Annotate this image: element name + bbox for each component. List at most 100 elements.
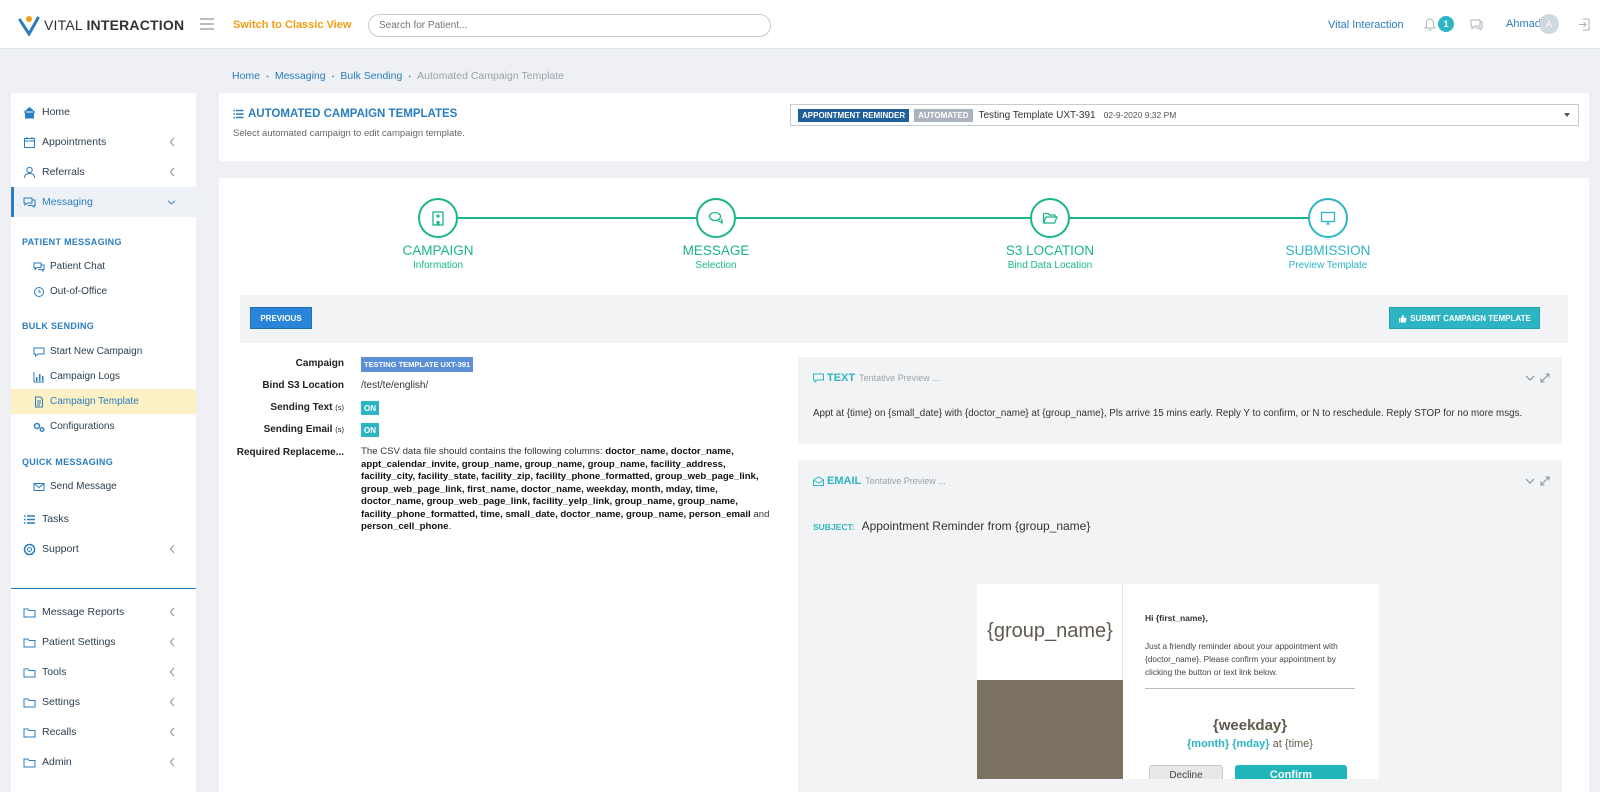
sidebar-item-support[interactable]: Support	[11, 534, 196, 564]
sidebar-item-label: Appointments	[42, 136, 107, 148]
home-icon	[23, 106, 36, 118]
email-group-name: {group_name}	[987, 620, 1113, 642]
sidebar-item-label: Out-of-Office	[50, 286, 108, 297]
logo-icon	[18, 16, 40, 36]
chat-icon	[33, 262, 45, 272]
step-title: MESSAGE	[682, 243, 750, 258]
sidebar-item-patient-chat[interactable]: Patient Chat	[11, 254, 196, 279]
step-connector	[458, 217, 718, 219]
clock-icon	[34, 286, 44, 297]
patient-search-input[interactable]	[368, 14, 771, 37]
sidebar-item-appointments[interactable]: Appointments	[11, 127, 196, 157]
step-submission[interactable]	[1308, 198, 1348, 238]
required-replacements-label: Required Replaceme...	[236, 447, 344, 458]
sidebar-item-tools[interactable]: Tools	[11, 657, 196, 687]
sidebar-item-send-message[interactable]: Send Message	[11, 474, 196, 499]
chat-icon	[708, 211, 723, 225]
bell-icon[interactable]	[1424, 18, 1436, 31]
step-campaign[interactable]	[418, 198, 458, 238]
user-name[interactable]: Ahmad	[1506, 18, 1541, 30]
chat-icon	[23, 197, 36, 208]
comment-icon	[33, 347, 45, 357]
sidebar-item-messaging[interactable]: Messaging	[11, 187, 196, 217]
sidebar-item-label: Patient Settings	[42, 636, 116, 648]
sidebar-item-tasks[interactable]: Tasks	[11, 504, 196, 534]
email-date: {month} {mday} at {time}	[1187, 738, 1313, 750]
email-decline-button[interactable]: Decline	[1149, 765, 1223, 779]
sidebar-item-campaign-template[interactable]: Campaign Template	[11, 389, 196, 414]
sidebar-item-label: Tools	[42, 666, 67, 678]
expand-icon[interactable]	[1540, 476, 1550, 486]
template-date: 02-9-2020 9:32 PM	[1103, 110, 1177, 120]
folder-open-icon	[1042, 212, 1058, 224]
step-connector	[1070, 217, 1330, 219]
sidebar-item-recalls[interactable]: Recalls	[11, 717, 196, 747]
breadcrumb-bulk-sending[interactable]: Bulk Sending	[340, 70, 402, 82]
sidebar-item-message-reports[interactable]: Message Reports	[11, 597, 196, 627]
chevron-left-icon	[169, 607, 175, 617]
sidebar-item-referrals[interactable]: Referrals	[11, 157, 196, 187]
chat-icon[interactable]	[1470, 19, 1483, 30]
hospital-icon	[432, 211, 444, 226]
step-s3-location[interactable]	[1030, 198, 1070, 238]
template-name: Testing Template UXT-391	[978, 109, 1096, 121]
step-title: S3 LOCATION	[1005, 243, 1095, 258]
avatar[interactable]: A	[1539, 14, 1559, 34]
sidebar-item-label: Tasks	[42, 513, 69, 525]
panel-tools	[1525, 373, 1550, 383]
org-link[interactable]: Vital Interaction	[1328, 19, 1404, 31]
email-preview-panel: EMAIL Tentative Preview ... SUBJECT: App…	[798, 460, 1562, 792]
previous-button[interactable]: PREVIOUS	[250, 307, 312, 329]
campaign-header-card: AUTOMATED CAMPAIGN TEMPLATES Select auto…	[219, 93, 1589, 161]
caret-down-icon	[1564, 113, 1570, 117]
chevron-down-icon[interactable]	[1525, 476, 1535, 486]
breadcrumb-messaging[interactable]: Messaging	[275, 70, 326, 82]
email-preview-frame: {group_name} Hi {first_name}, Just a fri…	[977, 584, 1379, 779]
step-connector	[736, 217, 1052, 219]
sidebar-item-admin[interactable]: Admin	[11, 747, 196, 777]
logout-icon[interactable]	[1578, 18, 1590, 31]
step-message[interactable]	[696, 198, 736, 238]
sidebar-item-campaign-logs[interactable]: Campaign Logs	[11, 364, 196, 389]
sms-preview-text: Appt at {time} on {small_date} with {doc…	[813, 408, 1523, 419]
sidebar-item-label: Messaging	[42, 196, 93, 208]
sending-email-toggle[interactable]: ON	[361, 423, 379, 437]
email-panel-subtitle: Tentative Preview ...	[865, 476, 946, 486]
chevron-down-icon[interactable]	[1525, 373, 1535, 383]
email-sidebar: {group_name}	[977, 584, 1123, 779]
sidebar-item-start-new-campaign[interactable]: Start New Campaign	[11, 339, 196, 364]
sending-text-toggle[interactable]: ON	[361, 401, 379, 415]
breadcrumb-separator: •	[331, 71, 335, 81]
breadcrumb-separator: •	[266, 71, 269, 81]
sidebar: Home Appointments Referrals Messaging PA…	[11, 93, 196, 792]
sending-email-label: Sending Email (s)	[263, 424, 344, 435]
template-select[interactable]: APPOINTMENT REMINDER AUTOMATED Testing T…	[790, 104, 1579, 126]
list-icon	[24, 514, 35, 524]
type-badge: APPOINTMENT REMINDER	[798, 108, 910, 122]
user-icon	[24, 166, 35, 178]
submit-campaign-template-button[interactable]: SUBMIT CAMPAIGN TEMPLATE	[1389, 307, 1540, 329]
list-icon	[233, 109, 244, 119]
breadcrumb: Home • Messaging • Bulk Sending • Automa…	[232, 70, 564, 82]
breadcrumb-home[interactable]: Home	[232, 70, 260, 82]
comment-icon	[813, 373, 824, 383]
section-patient-messaging: PATIENT MESSAGING	[22, 237, 122, 247]
sidebar-item-settings[interactable]: Settings	[11, 687, 196, 717]
section-bulk-sending: BULK SENDING	[22, 321, 95, 331]
notification-count-badge[interactable]: 1	[1438, 16, 1454, 32]
sidebar-item-configurations[interactable]: Configurations	[11, 414, 196, 439]
sidebar-item-home[interactable]: Home	[11, 97, 196, 127]
sidebar-item-out-of-office[interactable]: Out-of-Office	[11, 279, 196, 304]
mode-badge: AUTOMATED	[914, 108, 973, 122]
folder-icon	[23, 728, 36, 737]
switch-classic-view-link[interactable]: Switch to Classic View	[233, 19, 351, 31]
menu-toggle-icon[interactable]	[200, 18, 214, 30]
step-subtitle: Preview Template	[1288, 260, 1368, 271]
expand-icon[interactable]	[1540, 373, 1550, 383]
vital-interaction-logo[interactable]: VITAL INTERACTION	[18, 14, 184, 36]
email-confirm-button[interactable]: Confirm	[1235, 765, 1347, 779]
sidebar-item-patient-settings[interactable]: Patient Settings	[11, 627, 196, 657]
folder-icon	[23, 608, 36, 617]
envelope-icon	[33, 482, 45, 491]
bar-chart-icon	[33, 371, 44, 382]
